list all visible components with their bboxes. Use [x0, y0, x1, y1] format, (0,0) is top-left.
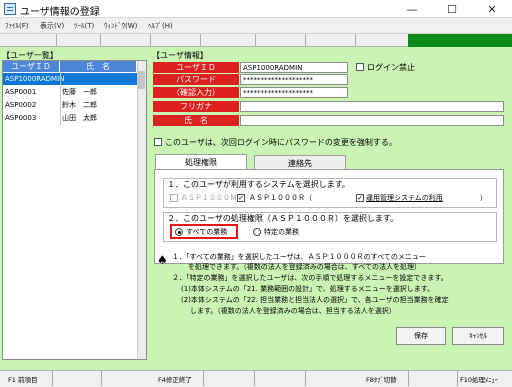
spade-icon: ♠ [157, 253, 168, 267]
confirm-password-field[interactable]: ******************** [240, 87, 348, 98]
table-cell-user-id[interactable]: ASP0003 [5, 112, 36, 124]
furigana-field[interactable] [240, 101, 504, 112]
toolbar-divider [200, 34, 201, 46]
function-key-bar [0, 370, 512, 387]
fkey-divider [408, 371, 409, 386]
fkey-divider [52, 371, 53, 386]
radio-all-tasks[interactable] [175, 228, 183, 236]
toolbar-divider [355, 34, 356, 46]
app-icon [4, 3, 16, 15]
toolbar-divider [56, 34, 57, 46]
scrollbar-thumb[interactable] [138, 71, 145, 89]
menu-view[interactable]: 表示(V) [40, 21, 64, 31]
note-line: します。（複数の法人を登録済みの場合は、担当する法人を選択） [190, 307, 396, 315]
asp1000r-label: ＡＳＰ１０００Ｒ（ [249, 194, 312, 202]
name-field[interactable] [240, 115, 504, 126]
table-cell-user-id[interactable]: ASP0002 [5, 99, 36, 111]
fkey-divider [457, 371, 458, 386]
table-cell-user-id[interactable]: ASP1000RADMIN [5, 73, 64, 85]
force-change-checkbox[interactable] [154, 138, 162, 146]
force-change-label: このユーザは、次回ログイン時にパスワードの変更を強制する。 [165, 138, 397, 147]
close-button[interactable]: ✕ [472, 0, 512, 18]
note-line: (1)本体システムの「21. 業務範囲の設計」で、処理するメニューを選択します。 [181, 285, 435, 293]
table-cell-name[interactable]: 山田 太郎 [62, 112, 97, 124]
toolbar-divider [150, 34, 151, 46]
user-id-field[interactable]: ASP1000RADMIN [240, 62, 348, 73]
menu-tools[interactable]: ﾂｰﾙ(T) [74, 21, 94, 31]
toolbar-divider [100, 34, 101, 46]
table-cell-name[interactable]: 鈴木 二郎 [62, 99, 97, 111]
note-line: (2)本体システムの「22. 担当業務と担当法人の選択」で、各ユーザの担当業務を… [181, 296, 449, 304]
asp1000r-close-paren: ） [480, 194, 487, 202]
login-ban-checkbox[interactable] [356, 63, 364, 71]
fkey-divider [203, 371, 204, 386]
fkey-divider [305, 371, 306, 386]
maximize-button[interactable]: ☐ [432, 0, 472, 18]
name-label: 氏 名 [153, 115, 239, 126]
admin-system-checkbox[interactable]: ✓ [356, 194, 364, 202]
table-cell-name[interactable]: 佐藤 一郎 [62, 86, 97, 98]
menu-help[interactable]: ﾍﾙﾌﾟ(H) [148, 21, 173, 31]
column-divider [60, 72, 61, 125]
table-cell-user-id[interactable]: ASP0001 [5, 86, 36, 98]
toolbar-divider [255, 34, 256, 46]
menu-window[interactable]: ｳｨﾝﾄﾞｳ(W) [104, 21, 137, 31]
fkey-divider [101, 371, 102, 386]
confirm-password-label: （確認入力） [153, 87, 239, 98]
login-ban-label: ログイン禁止 [367, 63, 415, 72]
window-title: ユーザ情報の登録 [20, 7, 100, 18]
f10-button[interactable]: F10処理ﾒﾆｭｰ [460, 372, 498, 386]
note-line: １．「すべての業務」を選択したユーザは、ＡＳＰ１０００Ｒのすべてのメニュー [172, 253, 426, 261]
note-line: ２．「特定の業務」を選択したユーザは、次の手順で処理するメニューを設定できます。 [172, 274, 448, 282]
f1-button[interactable]: F1 前項目 [8, 372, 37, 386]
asp1000r-checkbox[interactable]: ✓ [237, 194, 245, 202]
note-line: を処理できます。（複数の法人を登録済みの場合は、すべての法人を処理） [188, 263, 422, 271]
user-list-scrollbar[interactable] [137, 61, 146, 359]
cancel-button[interactable]: ｷｬﾝｾﾙ [452, 327, 504, 345]
save-button[interactable]: 保存 [396, 327, 446, 345]
radio-all-tasks-label: すべての業務 [186, 228, 228, 236]
menu-file[interactable]: ﾌｧｲﾙ(F) [5, 21, 29, 31]
f4-button[interactable]: F4修正終了 [158, 372, 192, 386]
furigana-label: フリガナ [153, 101, 239, 112]
toolbar-status-block [408, 34, 512, 47]
radio-specific-tasks-label: 特定の業務 [264, 228, 299, 236]
column-header-user-id[interactable]: ユーザＩＤ [3, 61, 60, 72]
user-id-label: ユーザＩＤ [153, 62, 239, 73]
permission-section-title: ２．このユーザの処理権限（ＡＳＰ１０００Ｒ）を選択します。 [167, 214, 399, 223]
asp1000m-label: ＡＳＰ１０００Ｍ [181, 194, 237, 202]
tab-contact[interactable]: 連絡先 [254, 155, 346, 170]
minimize-button[interactable]: — [392, 0, 432, 18]
user-info-header: 【ユーザ情報】 [152, 51, 208, 60]
column-header-name[interactable]: 氏 名 [60, 61, 137, 72]
radio-specific-tasks[interactable] [253, 228, 261, 236]
f8-button[interactable]: F8ﾀﾌﾞ切替 [366, 372, 397, 386]
asp1000m-checkbox[interactable] [170, 194, 178, 202]
password-label: パスワード [153, 74, 239, 85]
fkey-divider [254, 371, 255, 386]
tab-permissions[interactable]: 処理権限 [155, 154, 247, 170]
system-section-title: １．このユーザが利用するシステムを選択します。 [167, 180, 350, 189]
password-field[interactable]: ******************** [240, 74, 348, 85]
toolbar-divider [305, 34, 306, 46]
admin-system-label: 運用管理システムの利用 [366, 194, 443, 202]
